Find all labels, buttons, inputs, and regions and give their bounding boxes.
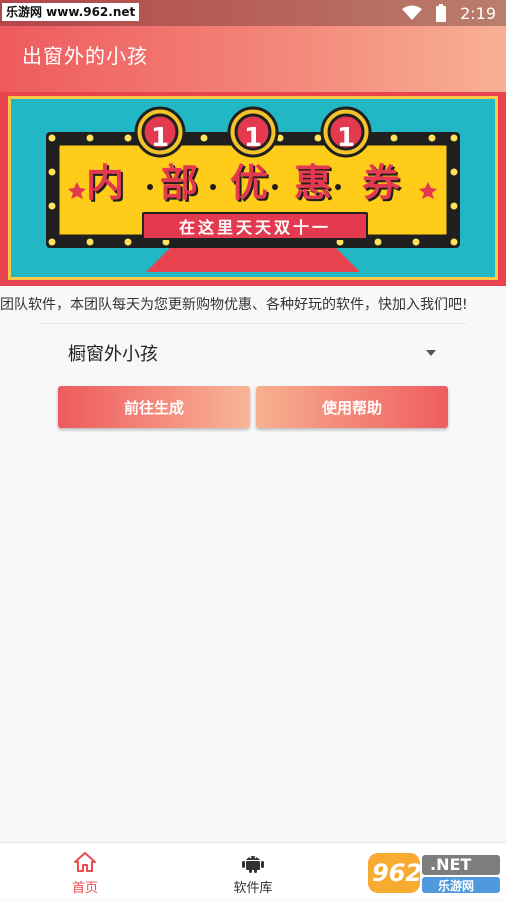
- banner-char: 券: [362, 161, 401, 205]
- site-watermark-logo: 962 .NET 乐游网: [366, 849, 502, 897]
- app-header: 乐游网 www.962.net 2:19 出窗外的小孩: [0, 0, 506, 92]
- android-icon: [242, 856, 264, 873]
- banner-headline: 内 部 优 惠 券: [80, 160, 426, 206]
- nav-item-software-library[interactable]: 软件库: [203, 849, 303, 897]
- battery-icon: [436, 4, 447, 22]
- app-name-select[interactable]: 橱窗外小孩: [58, 334, 448, 370]
- page-title: 出窗外的小孩: [22, 44, 148, 68]
- clock: 2:19: [460, 3, 496, 23]
- source-watermark: 乐游网 www.962.net: [2, 3, 140, 21]
- watermark-number: 962: [372, 859, 423, 887]
- divider: [40, 323, 466, 324]
- nav-label: 软件库: [233, 881, 273, 896]
- banner-digits: 1 1 1: [0, 118, 506, 158]
- status-bar: 乐游网 www.962.net 2:19: [0, 0, 506, 26]
- select-value: 橱窗外小孩: [68, 344, 158, 365]
- banner-char: 内: [86, 161, 125, 205]
- home-icon: [74, 852, 96, 872]
- banner-char: 惠: [294, 161, 333, 205]
- banner-char: 部: [160, 161, 199, 205]
- banner-digit: 1: [336, 123, 356, 153]
- banner-char: 优: [230, 161, 269, 205]
- nav-label: 首页: [71, 881, 98, 896]
- watermark-net: .NET: [430, 855, 472, 874]
- status-indicators: 2:19: [402, 0, 496, 26]
- banner-digit: 1: [150, 123, 170, 153]
- banner-tagline: 在这里天天双十一: [142, 212, 368, 240]
- watermark-cn: 乐游网: [438, 879, 475, 893]
- nav-item-home[interactable]: 首页: [35, 849, 135, 897]
- notice-text: 本团队软件，本团队每天为您更新购物优惠、各种好玩的软件，快加入我们吧!: [0, 297, 468, 313]
- notice-ticker: 本团队软件，本团队每天为您更新购物优惠、各种好玩的软件，快加入我们吧!: [0, 290, 506, 320]
- wifi-icon: [402, 5, 423, 20]
- help-button[interactable]: 使用帮助: [256, 386, 448, 428]
- banner-digit: 1: [243, 123, 263, 153]
- dropdown-arrow-icon: [426, 350, 436, 356]
- generate-button[interactable]: 前往生成: [58, 386, 250, 428]
